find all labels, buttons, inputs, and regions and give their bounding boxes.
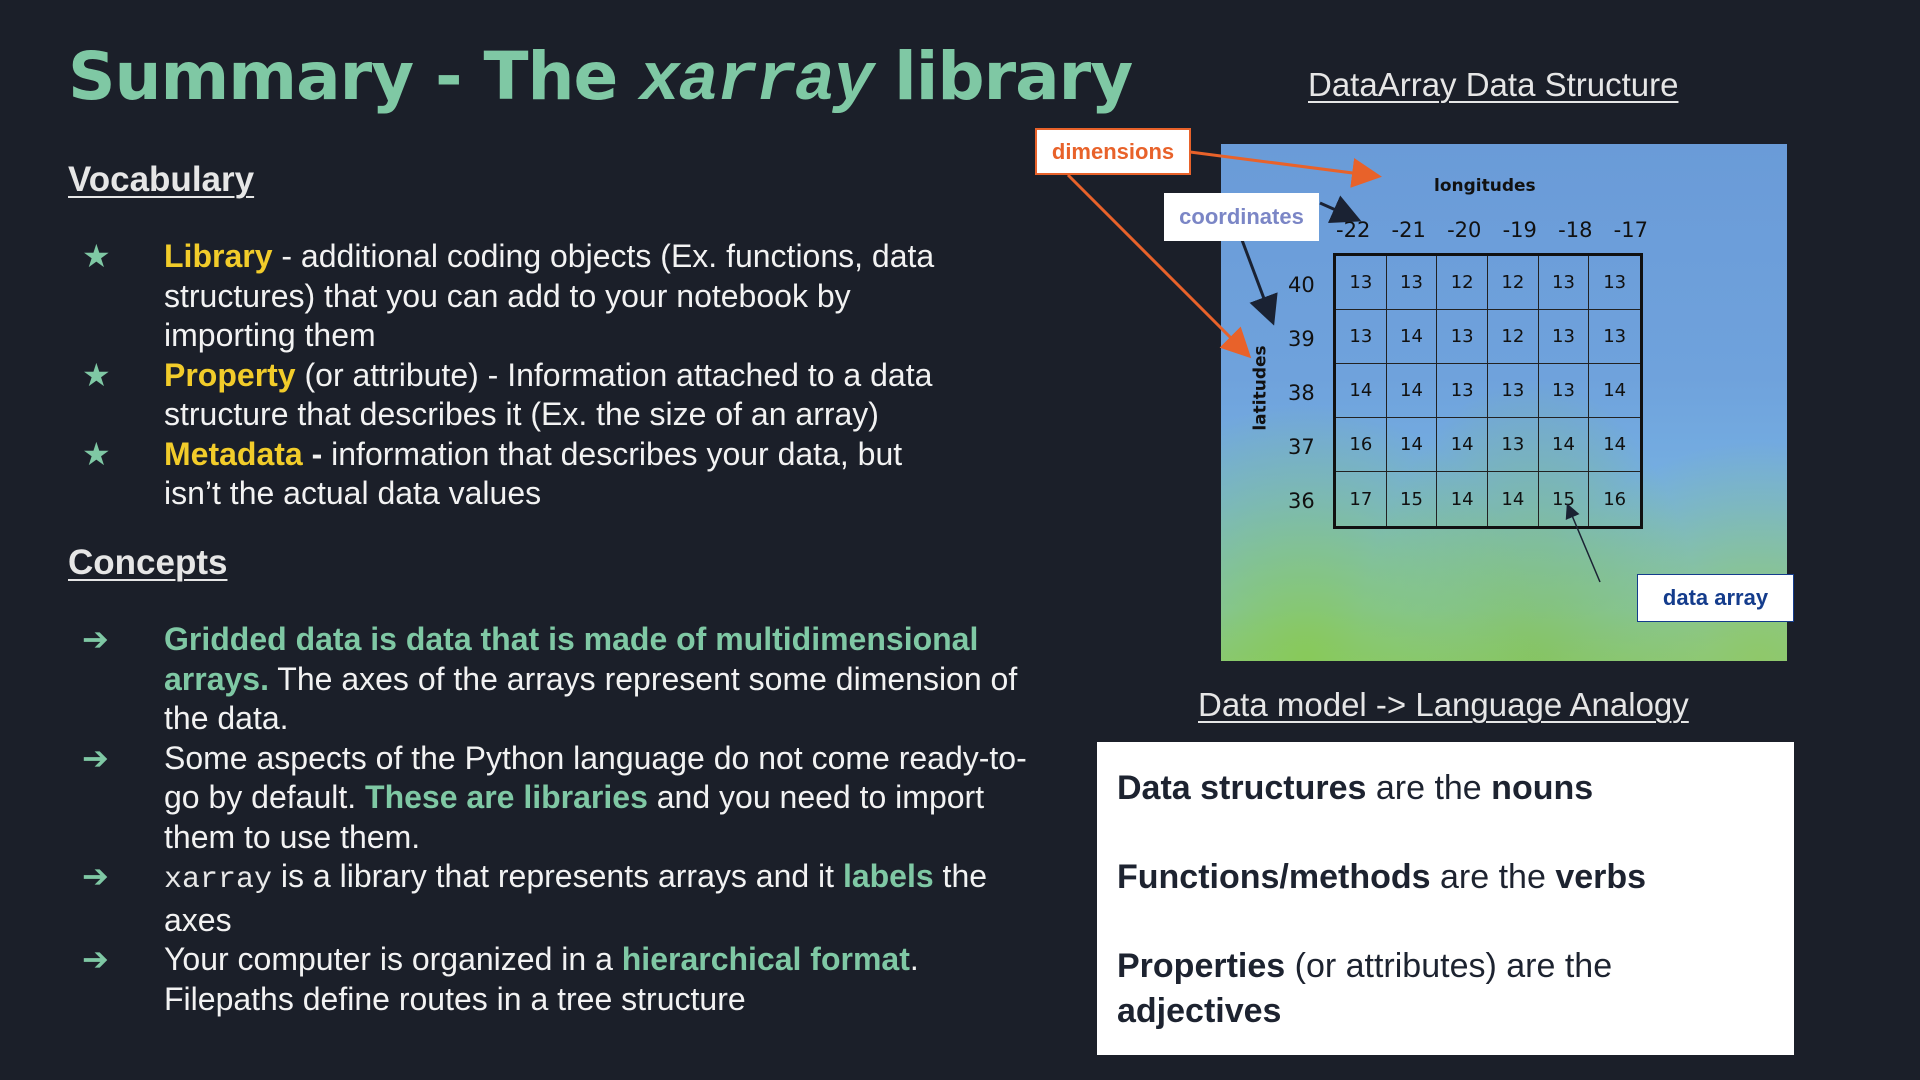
coordinates-arrow-lat <box>1240 239 1278 326</box>
analogy-box: Data structures are the nouns Functions/… <box>1097 742 1794 1055</box>
analogy-word: verbs <box>1555 858 1647 896</box>
coordinates-callout: coordinates <box>1164 193 1319 241</box>
analogy-word: adjectives <box>1117 992 1282 1030</box>
analogy-heading: Data model -> Language Analogy <box>1198 686 1689 723</box>
analogy-term: Data structures <box>1117 769 1367 807</box>
dimensions-callout: dimensions <box>1035 128 1191 175</box>
analogy-term: Functions/methods <box>1117 858 1431 896</box>
analogy-term: Properties <box>1117 947 1286 985</box>
analogy-mid: are the <box>1430 858 1556 896</box>
analogy-row: Functions/methods are the verbs <box>1117 855 1774 900</box>
data-array-arrow <box>1565 503 1601 583</box>
coordinates-arrow-lon <box>1319 195 1362 223</box>
analogy-mid: are the <box>1366 769 1492 807</box>
analogy-row: Data structures are the nouns <box>1117 766 1774 811</box>
analogy-mid: (or attributes) are the <box>1285 947 1613 985</box>
analogy-row: Properties (or attributes) are the adjec… <box>1117 944 1774 1034</box>
data-array-callout: data array <box>1637 574 1794 622</box>
analogy-word: nouns <box>1491 769 1594 807</box>
dimensions-arrow-lon <box>1189 150 1382 188</box>
